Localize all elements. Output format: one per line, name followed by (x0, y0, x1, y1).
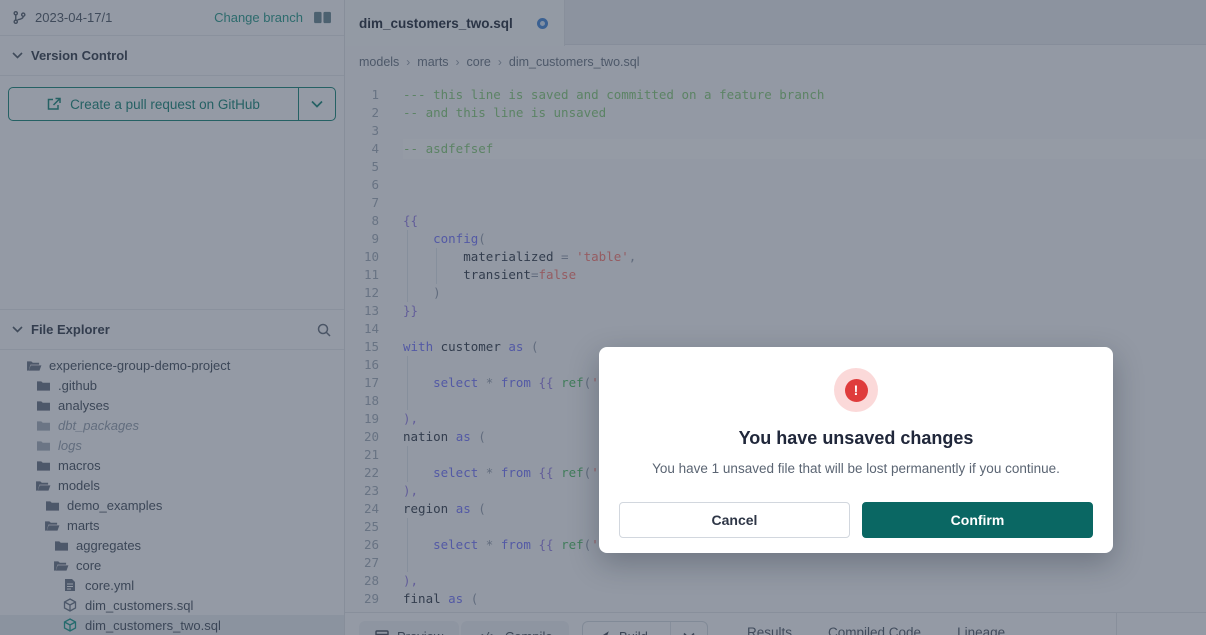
warning-icon-ring: ! (834, 368, 878, 412)
unsaved-changes-modal: ! You have unsaved changes You have 1 un… (599, 347, 1113, 553)
confirm-button[interactable]: Confirm (862, 502, 1093, 538)
error-exclamation-icon: ! (845, 379, 868, 402)
cancel-button[interactable]: Cancel (619, 502, 850, 538)
modal-actions: Cancel Confirm (619, 502, 1093, 538)
modal-title: You have unsaved changes (599, 428, 1113, 449)
modal-body-text: You have 1 unsaved file that will be los… (599, 461, 1113, 476)
